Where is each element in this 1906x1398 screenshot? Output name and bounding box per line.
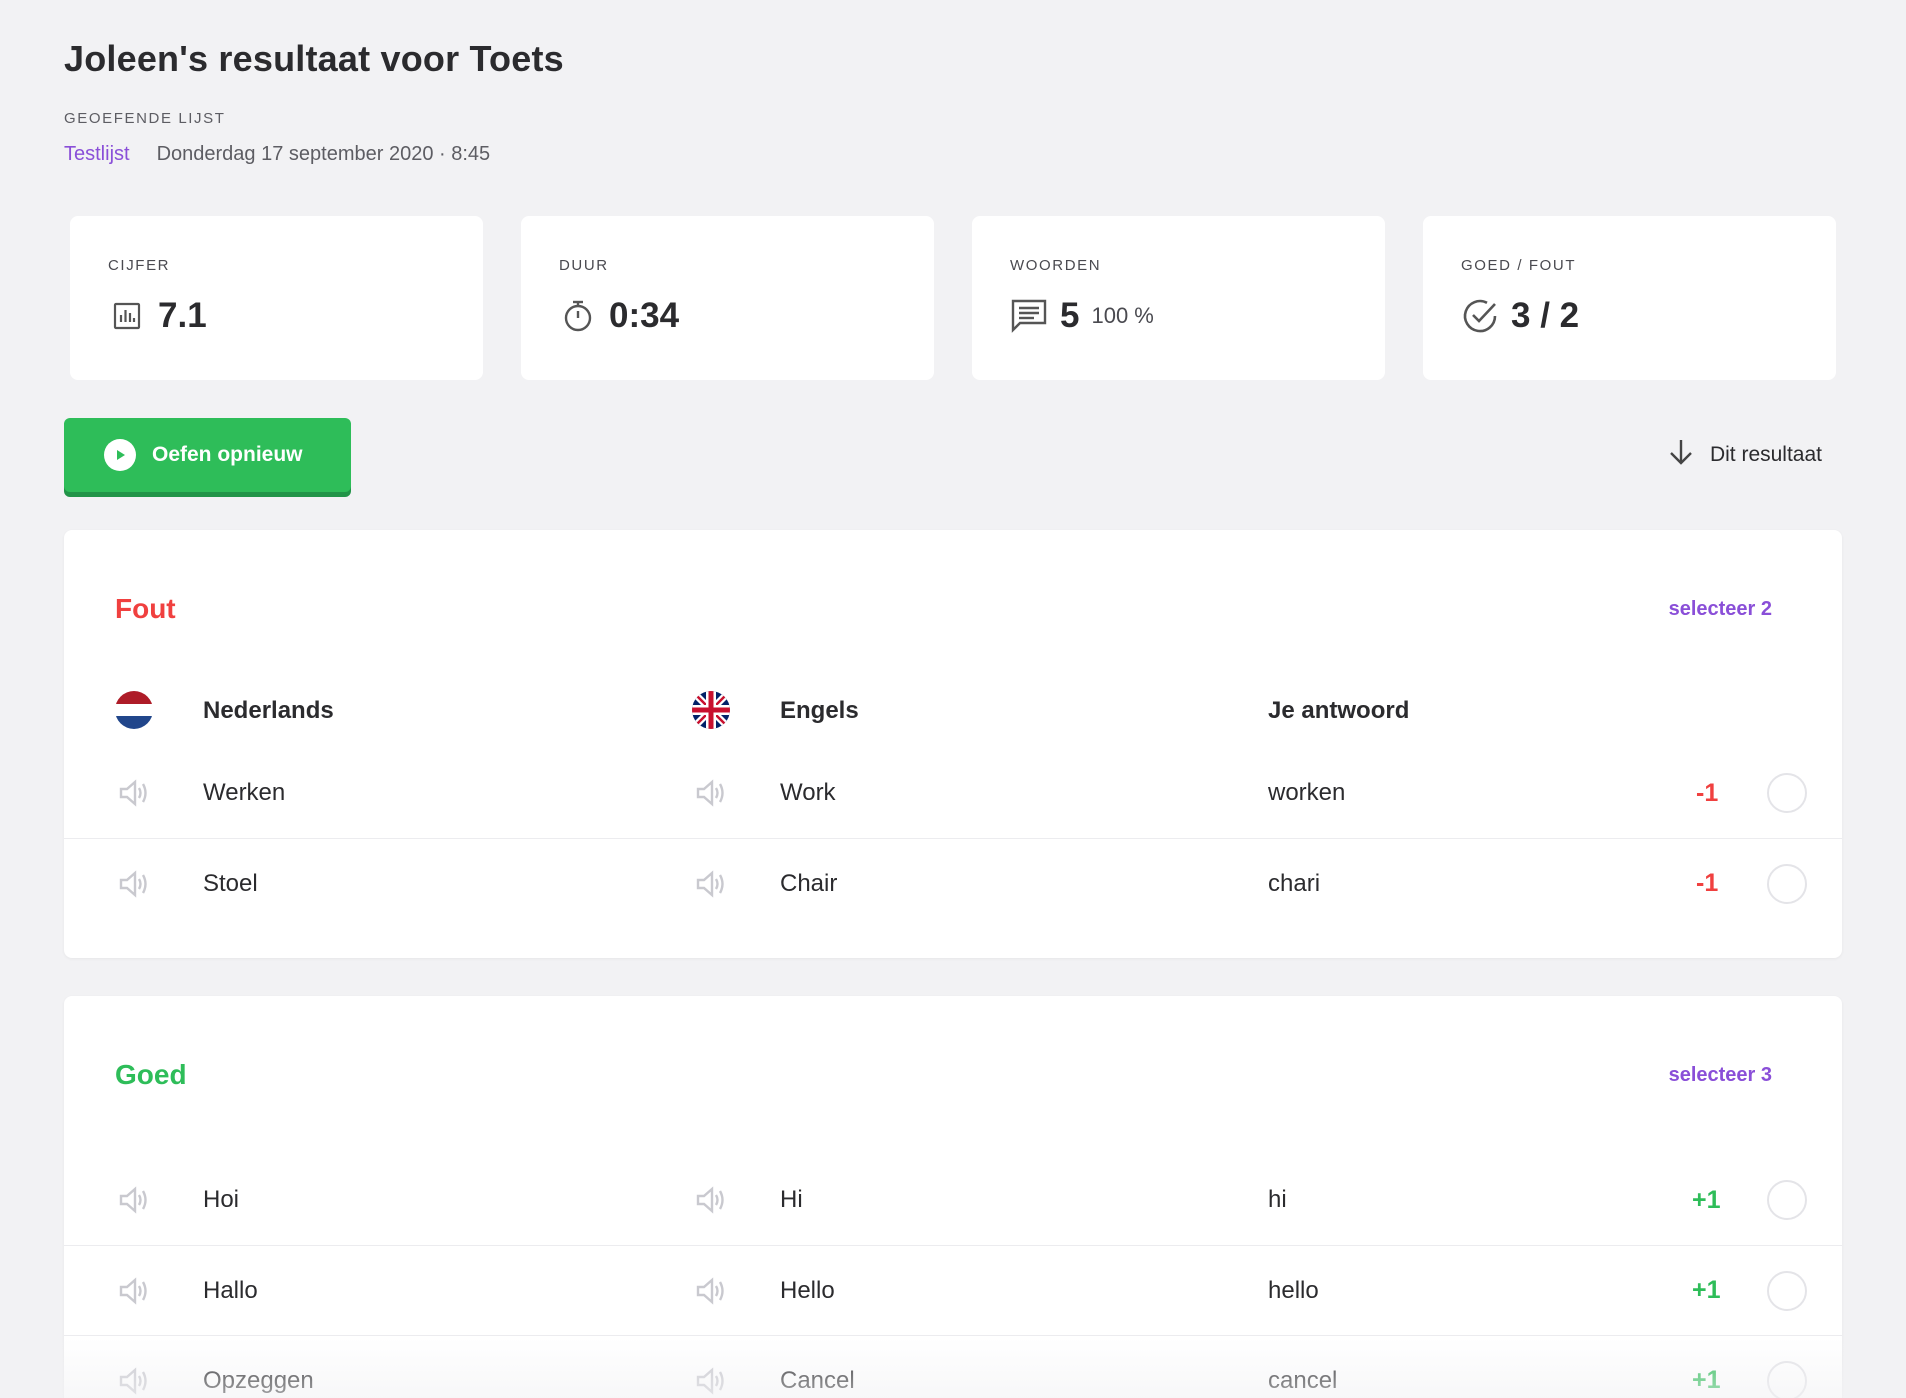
stat-value: 7.1	[158, 296, 207, 335]
score-delta: -1	[1696, 778, 1719, 807]
select-right-link[interactable]: selecteer 3	[1669, 1064, 1772, 1087]
stat-value: 5	[1060, 296, 1080, 335]
table-row: Opzeggen Cancel cancel +1	[64, 1335, 1842, 1398]
stat-label: WOORDEN	[1010, 257, 1102, 274]
your-answer: cancel	[1268, 1366, 1338, 1394]
table-row: Werken Work worken -1	[64, 748, 1842, 838]
speaker-icon[interactable]	[116, 1363, 152, 1398]
result-date: Donderdag 17 september 2020 · 8:45	[156, 143, 491, 165]
stat-label: CIJFER	[108, 257, 171, 274]
column-headers: Nederlands Engels Je antwoord	[64, 685, 1842, 735]
your-answer: hello	[1268, 1276, 1319, 1304]
stat-label: DUUR	[559, 257, 609, 274]
target-word: Hello	[780, 1276, 835, 1304]
your-answer: worken	[1268, 779, 1346, 806]
select-row-checkbox[interactable]	[1767, 1360, 1807, 1398]
column-your-answer: Je antwoord	[1268, 697, 1410, 724]
stat-value: 0:34	[609, 296, 680, 335]
score-delta: +1	[1692, 1185, 1721, 1214]
table-row: Hoi Hi hi +1	[64, 1155, 1842, 1245]
source-word: Werken	[203, 779, 286, 806]
score-delta: +1	[1692, 1276, 1721, 1304]
right-answers-card: Goed selecteer 3 Hoi Hi hi +1 Hallo Hell…	[64, 996, 1842, 1398]
select-wrong-link[interactable]: selecteer 2	[1669, 598, 1772, 621]
download-result-label: Dit resultaat	[1709, 443, 1822, 466]
practiced-list-label: GEOEFENDE LIJST	[64, 110, 226, 127]
bar-chart-icon	[108, 297, 146, 335]
page-header: Joleen's resultaat voor Toets GEOEFENDE …	[64, 0, 1842, 166]
speaker-icon[interactable]	[693, 866, 729, 902]
play-icon	[104, 439, 136, 471]
wrong-answers-card: Fout selecteer 2 Nederlands Engels Je an…	[64, 530, 1842, 958]
table-row: Stoel Chair chari -1	[64, 838, 1842, 928]
speaker-icon[interactable]	[693, 1182, 729, 1218]
speaker-icon[interactable]	[693, 1273, 729, 1309]
score-delta: +1	[1692, 1366, 1721, 1394]
speaker-icon[interactable]	[693, 1363, 729, 1398]
chat-lines-icon	[1010, 297, 1048, 335]
download-result-button[interactable]: Dit resultaat	[1668, 438, 1822, 472]
speaker-icon[interactable]	[116, 1273, 152, 1309]
score-delta: -1	[1696, 869, 1719, 897]
select-row-checkbox[interactable]	[1767, 1270, 1807, 1311]
column-target-language: Engels	[780, 697, 859, 724]
page-title: Joleen's resultaat voor Toets	[64, 38, 564, 79]
column-source-language: Nederlands	[203, 697, 334, 724]
speaker-icon[interactable]	[116, 775, 152, 811]
your-answer: chari	[1268, 869, 1321, 897]
stat-value: 3 / 2	[1511, 296, 1580, 335]
right-title: Goed	[115, 1059, 187, 1090]
target-word: Chair	[780, 869, 838, 897]
target-word: Work	[780, 779, 836, 806]
stat-label: GOED / FOUT	[1461, 257, 1577, 274]
stopwatch-icon	[559, 297, 597, 335]
actions-row: Oefen opnieuw Dit resultaat	[64, 418, 1842, 492]
stat-card-words: WOORDEN 5 100 %	[972, 216, 1385, 380]
stat-card-right-wrong: GOED / FOUT 3 / 2	[1423, 216, 1836, 380]
stat-card-grade: CIJFER 7.1	[70, 216, 483, 380]
stat-card-duration: DUUR 0:34	[521, 216, 934, 380]
speaker-icon[interactable]	[693, 775, 729, 811]
source-word: Hoi	[203, 1186, 240, 1213]
your-answer: hi	[1268, 1186, 1287, 1213]
stat-percentage: 100 %	[1091, 303, 1154, 328]
uk-flag-icon	[692, 691, 730, 729]
stats-row: CIJFER 7.1 DUUR 0:34 WOORDEN 5 100 % GOE…	[64, 216, 1842, 380]
results-page: Joleen's resultaat voor Toets GEOEFENDE …	[0, 0, 1906, 1398]
select-row-checkbox[interactable]	[1767, 863, 1807, 904]
list-link[interactable]: Testlijst	[64, 143, 130, 166]
select-row-checkbox[interactable]	[1767, 1180, 1807, 1220]
list-meta: Testlijst Donderdag 17 september 2020 · …	[64, 143, 1842, 166]
arrow-down-icon	[1668, 438, 1694, 472]
practice-again-button[interactable]: Oefen opnieuw	[64, 418, 351, 492]
check-circle-icon	[1461, 297, 1499, 335]
speaker-icon[interactable]	[116, 866, 152, 902]
target-word: Cancel	[780, 1366, 855, 1394]
wrong-title: Fout	[115, 593, 176, 624]
source-word: Hallo	[203, 1276, 258, 1304]
speaker-icon[interactable]	[116, 1182, 152, 1218]
target-word: Hi	[780, 1186, 803, 1213]
dutch-flag-icon	[115, 691, 153, 729]
source-word: Stoel	[203, 869, 258, 897]
source-word: Opzeggen	[203, 1366, 314, 1394]
practice-again-label: Oefen opnieuw	[152, 443, 303, 466]
table-row: Hallo Hello hello +1	[64, 1245, 1842, 1335]
select-row-checkbox[interactable]	[1767, 773, 1807, 813]
